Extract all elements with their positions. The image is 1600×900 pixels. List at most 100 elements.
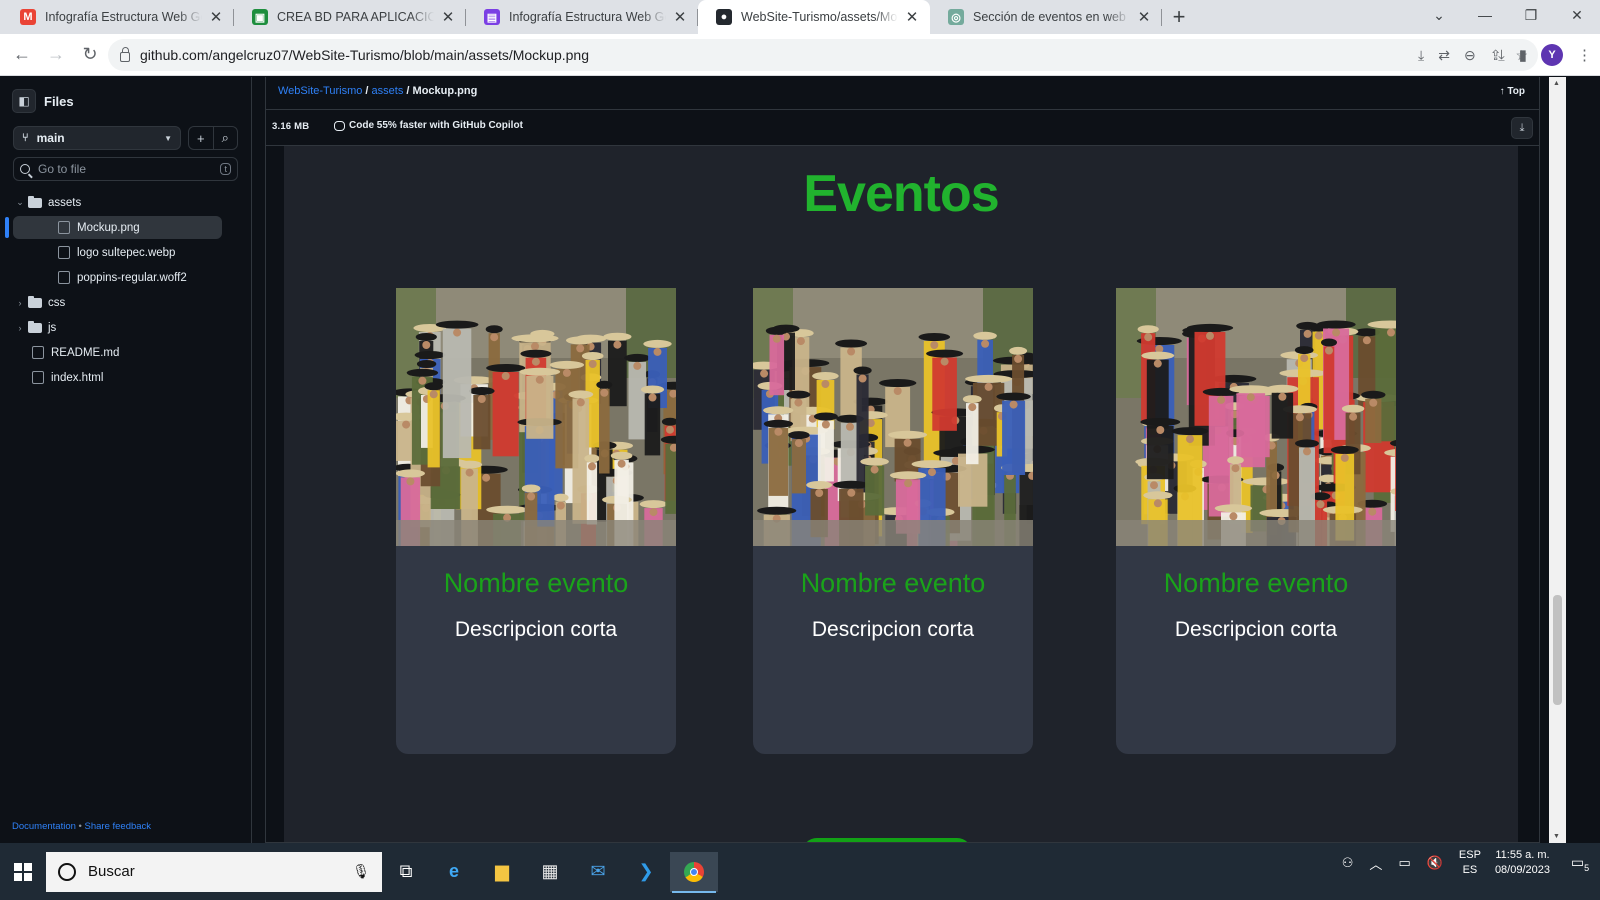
tree-folder[interactable]: ⌄ assets [0,190,252,215]
copilot-promo-link[interactable]: Code 55% faster with GitHub Copilot [334,120,523,131]
file-viewer: WebSite-Turismo / assets / Mockup.png ↑ … [265,77,1540,843]
tree-folder[interactable]: › js [0,315,252,340]
tree-file[interactable]: Mockup.png [0,215,252,240]
browser-tab[interactable]: M Infografía Estructura Web Geometr ✕ [2,0,234,34]
search-icon[interactable]: ⌕ [214,127,238,149]
share-feedback-link[interactable]: Share feedback [85,821,152,832]
add-file-icon[interactable]: + [189,127,214,149]
scroll-up-icon[interactable]: ▲ [1553,80,1560,87]
tab-title: Infografía Estructura Web Geometr [509,10,666,24]
event-description: Descripcion corta [1174,618,1338,641]
chevron-right-icon[interactable]: › [12,298,28,308]
chevron-down-icon[interactable]: ⌄ [12,197,28,208]
close-window-button[interactable]: ✕ [1554,0,1600,30]
minimize-button[interactable]: — [1462,0,1508,30]
browser-tab[interactable]: ◎ Sección de eventos en web ✕ [930,0,1162,34]
tree-file[interactable]: logo sultepec.webp [0,240,252,265]
window-controls: ⌄ — ❐ ✕ [1416,0,1600,34]
close-tab-icon[interactable]: ✕ [1136,8,1152,26]
breadcrumb-folder-link[interactable]: assets [372,85,404,97]
scrollbar-thumb[interactable] [1553,595,1562,705]
sidebar-footer: Documentation • Share feedback [12,821,152,832]
events-heading: Eventos [803,165,999,223]
documentation-link[interactable]: Documentation [12,821,76,832]
event-card: Nombre evento Descripcion corta [1116,288,1396,754]
download-raw-button[interactable]: ⤓ [1511,117,1533,139]
branch-selector[interactable]: ⑂ main ▼ [13,126,181,150]
page-scrollbar[interactable]: ▲ ▼ [1549,77,1566,843]
file-tree: ⌄ assets Mockup.png logo sultepec.webp poppi… [0,190,252,390]
scroll-down-icon[interactable]: ▼ [1553,833,1560,840]
breadcrumb-repo-link[interactable]: WebSite-Turismo [278,85,362,97]
tab-search-icon[interactable]: ⌄ [1416,0,1462,30]
close-tab-icon[interactable]: ✕ [904,8,920,26]
event-name: Nombre evento [1163,568,1349,598]
chrome-icon[interactable] [670,851,718,893]
tree-file[interactable]: README.md [0,340,252,365]
search-icon [20,164,30,174]
reload-button[interactable]: ↻ [74,39,106,71]
event-photo-frame [1116,288,1396,546]
mail-icon[interactable]: ✉ [574,852,622,892]
profile-avatar[interactable]: Y [1541,44,1563,66]
caret-down-icon: ▼ [164,133,172,143]
people-icon[interactable]: ⚇ [1342,855,1354,871]
file-icon [58,246,70,259]
url-text: github.com/angelcruz07/WebSite-Turismo/b… [140,47,589,63]
downloads-icon[interactable]: ⤓ [1498,47,1505,64]
tree-item-label: Mockup.png [77,221,140,234]
chevron-right-icon[interactable]: › [12,323,28,333]
browser-tab[interactable]: ● WebSite-Turismo/assets/Mockup.p ✕ [698,0,930,34]
browser-tab[interactable]: ▣ CREA BD PARA APLICACIONES WEB ✕ [234,0,466,34]
branch-icon: ⑂ [22,132,29,144]
folder-icon [28,195,42,208]
back-to-top-link[interactable]: ↑ Top [1500,86,1525,97]
start-button[interactable] [0,852,46,892]
new-tab-button[interactable]: + [1162,0,1196,34]
tree-folder[interactable]: › css [0,290,252,315]
address-bar[interactable]: github.com/angelcruz07/WebSite-Turismo/b… [108,39,1538,71]
clock[interactable]: 11:55 a. m. 08/09/2023 [1495,848,1550,878]
event-name: Nombre evento [800,568,986,598]
zoom-icon[interactable]: ⊖ [1464,47,1476,64]
store-icon[interactable]: ▦ [526,852,574,892]
show-hidden-icons-chevron-icon[interactable]: ︿ [1369,854,1382,873]
side-panel-icon[interactable]: ▮ [1519,46,1527,64]
vscode-icon[interactable]: ❯ [622,852,670,892]
file-icon [32,371,44,384]
collapse-sidebar-icon[interactable]: ◧ [12,89,36,113]
input-language[interactable]: ESP ES [1459,848,1481,878]
taskbar-search[interactable]: Buscar 🎙 [46,851,382,892]
event-description: Descripcion corta [454,618,618,641]
tree-file[interactable]: poppins-regular.woff2 [0,265,252,290]
tree-item-label: index.html [51,371,104,384]
tree-item-label: js [48,321,57,334]
back-button[interactable]: ← [6,39,38,71]
canva-icon: ▤ [484,9,500,25]
close-tab-icon[interactable]: ✕ [208,8,224,26]
translate-icon[interactable]: ⇄ [1438,47,1450,64]
browser-tab[interactable]: ▤ Infografía Estructura Web Geometr ✕ [466,0,698,34]
event-photo-frame [753,288,1033,546]
network-icon[interactable]: ▭ [1398,855,1410,871]
tab-title: WebSite-Turismo/assets/Mockup.p [741,10,898,24]
restore-button[interactable]: ❐ [1508,0,1554,30]
sidebar-actions: + ⌕ [188,126,238,150]
install-app-icon[interactable]: ⤓ [1418,47,1424,64]
event-card: Nombre evento Descripcion corta [396,288,676,754]
file-explorer-icon[interactable]: ▆ [478,852,526,892]
microphone-icon[interactable]: 🎙 [352,863,370,880]
notification-center-icon[interactable]: ▭5 [1560,854,1600,873]
volume-muted-icon[interactable]: 🔇 [1427,855,1443,871]
cortana-icon [58,862,76,881]
menu-kebab-icon[interactable]: ⋮ [1577,46,1592,64]
browser-tab-bar: M Infografía Estructura Web Geometr ✕ ▣ CREA… [0,0,1600,34]
tree-file[interactable]: index.html [0,365,252,390]
close-tab-icon[interactable]: ✕ [672,8,688,26]
close-tab-icon[interactable]: ✕ [440,8,456,26]
edge-icon[interactable]: e [430,852,478,892]
task-view-icon[interactable]: ⧉ [382,852,430,892]
event-card: Nombre evento Descripcion corta [753,288,1033,754]
forward-button[interactable]: → [40,39,72,71]
go-to-file-input[interactable]: Go to file t [13,157,238,181]
